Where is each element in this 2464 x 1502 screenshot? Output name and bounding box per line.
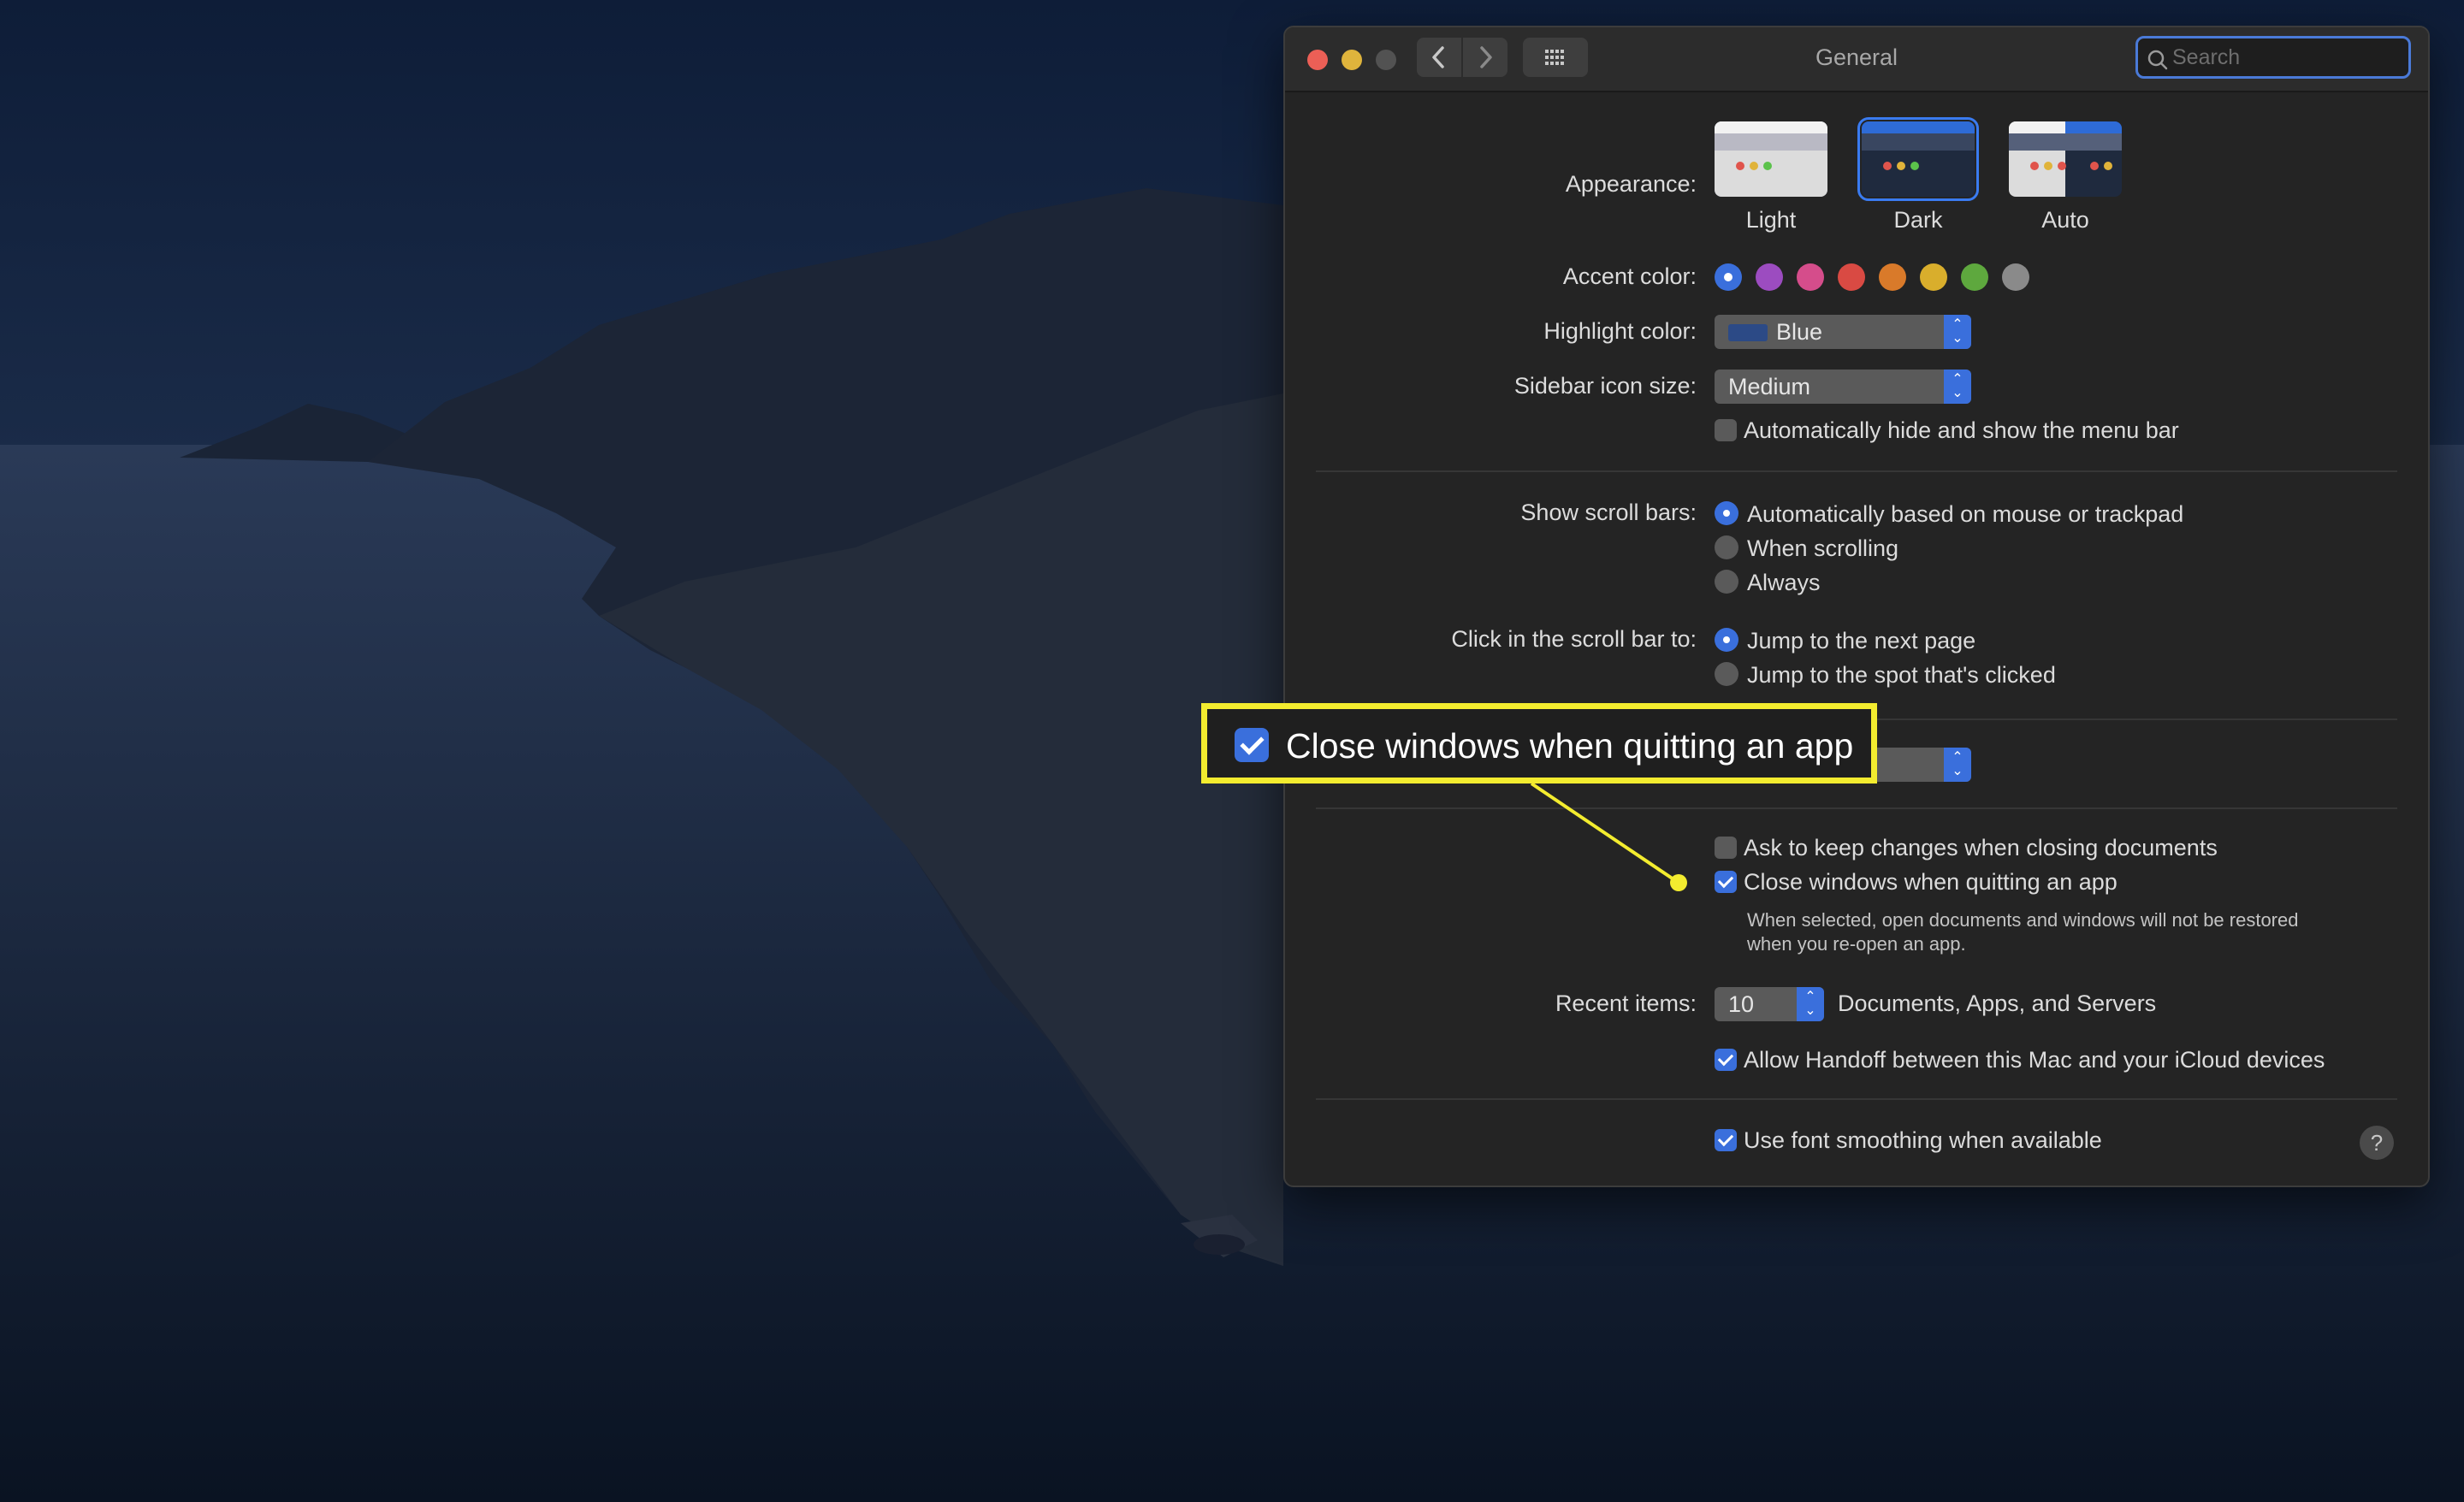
accent-color-swatch[interactable] [1879,263,1906,291]
updown-arrows-icon: ⌃ ⌄ [1944,315,1971,349]
system-preferences-window: General Search Appearance: Light Dark Au… [1283,26,2430,1187]
recent-items-suffix: Documents, Apps, and Servers [1838,990,2157,1016]
updown-arrows-icon: ⌃ ⌄ [1944,748,1971,782]
accent-color-swatch[interactable] [1797,263,1824,291]
accent-color-swatch[interactable] [1715,263,1742,291]
recent-items-label: Recent items: [1555,990,1697,1016]
jump-next-page-radio[interactable] [1715,628,1738,652]
close-windows-label: Close windows when quitting an app [1744,869,2118,895]
callout-checkbox [1235,728,1269,762]
auto-hide-menu-bar-label: Automatically hide and show the menu bar [1744,417,2179,443]
accent-color-swatch[interactable] [1961,263,1988,291]
handoff-label: Allow Handoff between this Mac and your … [1744,1047,2325,1073]
recent-items-value: 10 [1728,991,1755,1017]
scroll-bars-auto-radio[interactable] [1715,501,1738,525]
recent-items-stepper[interactable]: 10 ⌃ ⌄ [1715,987,1824,1021]
highlight-color-label: Highlight color: [1543,318,1697,344]
appearance-light-option[interactable] [1715,121,1827,197]
scroll-bars-always-label: Always [1747,570,1821,595]
close-windows-checkbox[interactable] [1715,871,1737,893]
search-field[interactable]: Search [2135,36,2411,79]
search-placeholder: Search [2172,45,2241,69]
help-button[interactable]: ? [2360,1126,2394,1160]
appearance-dark-option[interactable] [1857,117,1979,201]
appearance-label: Appearance: [1565,171,1697,197]
auto-hide-menu-bar-checkbox[interactable] [1715,419,1737,441]
callout-text: Close windows when quitting an app [1286,726,1854,766]
show-scroll-bars-label: Show scroll bars: [1520,500,1697,525]
jump-spot-clicked-label: Jump to the spot that's clicked [1747,662,2056,688]
scroll-bars-auto-label: Automatically based on mouse or trackpad [1747,501,2184,527]
sidebar-icon-size-popup[interactable]: Medium ⌃ ⌄ [1715,370,1971,404]
callout-highlight: Close windows when quitting an app [1201,703,1877,784]
handoff-checkbox[interactable] [1715,1049,1737,1071]
accent-color-swatch[interactable] [2002,263,2029,291]
click-scroll-bar-label: Click in the scroll bar to: [1451,626,1697,652]
jump-spot-clicked-radio[interactable] [1715,662,1738,686]
title-bar: General Search [1285,27,2428,92]
updown-arrows-icon: ⌃ ⌄ [1944,370,1971,404]
highlight-color-popup[interactable]: Blue ⌃ ⌄ [1715,315,1971,349]
accent-color-swatch[interactable] [1920,263,1947,291]
close-windows-note-line2: when you re-open an app. [1747,933,1966,955]
appearance-dark-label: Dark [1893,207,1943,233]
ask-keep-changes-checkbox[interactable] [1715,837,1737,859]
scroll-bars-when-scrolling-radio[interactable] [1715,535,1738,559]
accent-color-swatch[interactable] [1756,263,1783,291]
appearance-light-label: Light [1745,207,1797,233]
accent-color-swatch[interactable] [1838,263,1865,291]
divider [1316,1098,2397,1100]
appearance-auto-option[interactable] [2009,121,2122,197]
updown-arrows-icon: ⌃ ⌄ [1797,987,1824,1021]
divider [1316,470,2397,472]
jump-next-page-label: Jump to the next page [1747,628,1976,653]
close-windows-note-line1: When selected, open documents and window… [1747,909,2299,931]
highlight-swatch [1728,324,1768,341]
ask-keep-changes-label: Ask to keep changes when closing documen… [1744,835,2218,860]
sidebar-icon-size-value: Medium [1728,374,1811,399]
font-smoothing-label: Use font smoothing when available [1744,1127,2102,1153]
scroll-bars-always-radio[interactable] [1715,570,1738,594]
search-icon [2147,50,2168,70]
appearance-auto-label: Auto [2041,207,2089,233]
highlight-value: Blue [1776,319,1823,345]
accent-color-label: Accent color: [1562,263,1697,289]
sidebar-icon-size-label: Sidebar icon size: [1513,373,1697,399]
scroll-bars-when-scrolling-label: When scrolling [1747,535,1899,561]
font-smoothing-checkbox[interactable] [1715,1129,1737,1151]
divider [1316,807,2397,809]
